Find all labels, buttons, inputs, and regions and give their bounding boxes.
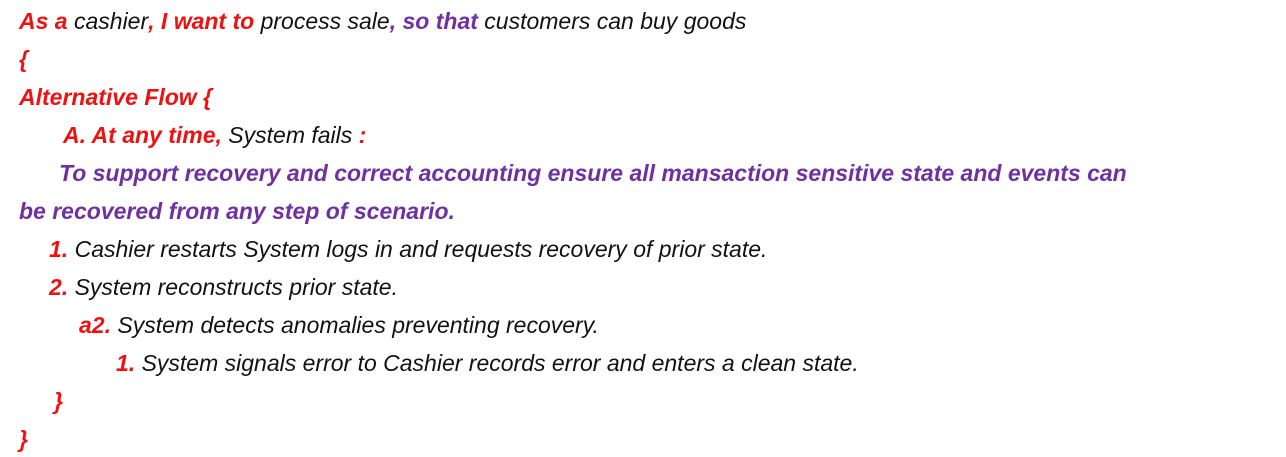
condition-line: A. At any time, System fails :	[63, 121, 366, 149]
i-want-to-keyword: , I want to	[148, 8, 255, 34]
close-brace: }	[19, 426, 28, 452]
step-number: a2.	[79, 312, 111, 338]
as-a-keyword: As a	[19, 8, 68, 34]
alternative-flow-header: Alternative Flow {	[19, 84, 212, 110]
step-number: 1.	[49, 236, 69, 262]
requirement-line-1: To support recovery and correct accounti…	[59, 160, 1127, 186]
step-text: Cashier restarts System logs in and requ…	[68, 236, 768, 262]
step-item: 1. Cashier restarts System logs in and r…	[49, 235, 767, 263]
step-text: System detects anomalies preventing reco…	[110, 312, 599, 338]
step-item: a2. System detects anomalies preventing …	[79, 311, 599, 339]
requirement-line-2: be recovered from any step of scenario.	[19, 198, 455, 224]
step-text: System reconstructs prior state.	[68, 274, 398, 300]
step-item: 2. System reconstructs prior state.	[49, 273, 398, 301]
step-text: System signals error to Cashier records …	[135, 350, 859, 376]
condition-colon: :	[352, 122, 367, 148]
step-number: 2.	[49, 274, 69, 300]
goal-text: process sale	[254, 8, 390, 34]
step-item: 1. System signals error to Cashier recor…	[116, 349, 859, 377]
condition-label: A. At any time,	[63, 122, 222, 148]
so-that-keyword: , so that	[389, 8, 478, 34]
step-number: 1.	[116, 350, 136, 376]
user-story-line: As a cashier, I want to process sale, so…	[19, 7, 746, 35]
role-text: cashier	[67, 8, 149, 34]
condition-text: System fails	[221, 122, 353, 148]
benefit-text: customers can buy goods	[477, 8, 747, 34]
open-brace: {	[19, 46, 28, 72]
use-case-document: As a cashier, I want to process sale, so…	[0, 0, 1286, 457]
alt-flow-close-brace: }	[54, 388, 63, 414]
